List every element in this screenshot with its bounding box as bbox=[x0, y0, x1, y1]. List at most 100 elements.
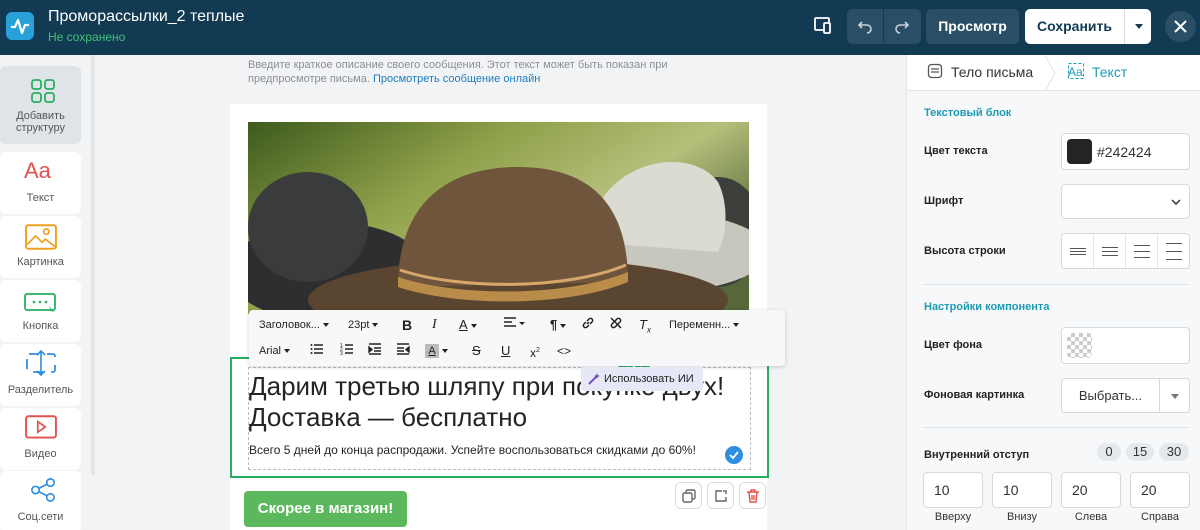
panel-body: Текстовый блок Цвет текста #242424 Шрифт… bbox=[907, 91, 1200, 530]
font-size-select[interactable]: 23pt bbox=[348, 316, 379, 334]
tool-label: Добавить структуру bbox=[15, 110, 65, 134]
line-height-options bbox=[1061, 233, 1190, 269]
tool-label: Соц.сети bbox=[17, 511, 64, 523]
svg-text:3: 3 bbox=[340, 351, 343, 356]
padding-top-input[interactable]: 10 bbox=[923, 472, 983, 508]
tool-social[interactable]: Соц.сети bbox=[0, 471, 81, 530]
tab-text[interactable]: Aa Текст bbox=[1068, 63, 1127, 80]
save-button[interactable]: Сохранить bbox=[1025, 9, 1124, 44]
chevron-down-icon bbox=[1135, 24, 1143, 29]
block-style-select[interactable]: Заголовок... bbox=[259, 316, 329, 334]
bg-color-label: Цвет фона bbox=[924, 339, 983, 351]
text-color-picker[interactable]: #242424 bbox=[1061, 133, 1190, 170]
tool-button[interactable]: Кнопка bbox=[0, 280, 81, 342]
bg-image-label: Фоновая картинка bbox=[924, 389, 1025, 401]
properties-panel: Тело письма Aa Текст Текстовый блок Цвет… bbox=[906, 55, 1200, 530]
divider-icon bbox=[26, 350, 56, 376]
source-code-icon[interactable]: <> bbox=[557, 342, 571, 360]
panel-tabs: Тело письма Aa Текст bbox=[907, 55, 1200, 91]
delete-button[interactable] bbox=[739, 482, 766, 509]
toolbar-scrollbar[interactable] bbox=[91, 55, 95, 475]
magic-wand-icon bbox=[588, 373, 600, 385]
preview-button[interactable]: Просмотр bbox=[926, 9, 1019, 44]
tool-label: Кнопка bbox=[22, 320, 59, 332]
bold-icon[interactable]: B bbox=[402, 316, 412, 334]
tab-email-body[interactable]: Тело письма bbox=[927, 63, 1033, 80]
redo-button[interactable] bbox=[884, 9, 920, 44]
copy-icon bbox=[682, 489, 696, 503]
clear-format-icon[interactable]: Tx bbox=[639, 316, 651, 335]
choose-bg-image-button[interactable]: Выбрать... bbox=[1061, 378, 1160, 413]
redo-icon bbox=[895, 21, 910, 34]
duplicate-button[interactable] bbox=[675, 482, 702, 509]
line-height-compact[interactable] bbox=[1062, 234, 1094, 268]
paragraph-icon[interactable]: ¶ bbox=[550, 316, 567, 334]
section-component-settings: Настройки компонента bbox=[924, 301, 1050, 313]
padding-right-label: Справа bbox=[1141, 511, 1179, 523]
block-toolbar: Добавить структуру Aa Текст Картинка Кно… bbox=[0, 55, 96, 530]
superscript-icon[interactable]: x2 bbox=[530, 342, 540, 360]
document-title[interactable]: Проморассылки_2 теплые bbox=[48, 8, 244, 26]
use-ai-button[interactable]: Использовать ИИ bbox=[581, 367, 703, 391]
save-module-button[interactable] bbox=[707, 482, 734, 509]
email-canvas: Введите краткое описание своего сообщени… bbox=[96, 55, 906, 530]
tool-label: Разделитель bbox=[7, 384, 74, 396]
tool-divider[interactable]: Разделитель bbox=[0, 344, 81, 406]
tool-image[interactable]: Картинка bbox=[0, 216, 81, 278]
strikethrough-icon[interactable]: S bbox=[472, 342, 481, 360]
hero-image[interactable] bbox=[248, 122, 749, 314]
padding-right-input[interactable]: 20 bbox=[1130, 472, 1190, 508]
tool-video[interactable]: Видео bbox=[0, 408, 81, 470]
close-button[interactable] bbox=[1165, 11, 1196, 42]
padding-preset-30[interactable]: 30 bbox=[1159, 443, 1189, 461]
bg-color-swatch[interactable] bbox=[1067, 333, 1092, 358]
text-color-swatch[interactable] bbox=[1067, 139, 1092, 164]
link-icon[interactable] bbox=[581, 316, 595, 334]
bg-color-picker[interactable] bbox=[1061, 327, 1190, 364]
cta-button[interactable]: Скорее в магазин! bbox=[244, 491, 407, 527]
padding-preset-15[interactable]: 15 bbox=[1126, 443, 1154, 461]
tab-separator bbox=[1044, 55, 1056, 91]
font-select[interactable] bbox=[1061, 184, 1190, 219]
view-online-link[interactable]: Просмотреть сообщение онлайн bbox=[373, 73, 540, 85]
bullet-list-icon[interactable] bbox=[310, 342, 324, 360]
text-color-value[interactable]: #242424 bbox=[1097, 144, 1152, 160]
padding-top-label: Вверху bbox=[934, 511, 972, 523]
preheader[interactable]: Введите краткое описание своего сообщени… bbox=[248, 58, 688, 86]
mobile-preview-icon[interactable] bbox=[812, 14, 836, 38]
padding-label: Внутренний отступ bbox=[924, 449, 1030, 461]
save-options-button[interactable] bbox=[1124, 9, 1151, 44]
highlight-color-icon[interactable]: A bbox=[425, 342, 448, 360]
outdent-icon[interactable] bbox=[396, 342, 410, 360]
email-subtext[interactable]: Всего 5 дней до конца распродажи. Успейт… bbox=[249, 443, 729, 457]
italic-icon[interactable]: I bbox=[432, 316, 437, 334]
tool-text[interactable]: Aa Текст bbox=[0, 152, 81, 214]
check-icon bbox=[725, 446, 743, 464]
app-logo-icon[interactable] bbox=[6, 12, 34, 40]
bg-image-options-button[interactable] bbox=[1160, 378, 1190, 413]
save-status: Не сохранено bbox=[48, 30, 126, 44]
padding-preset-0[interactable]: 0 bbox=[1097, 443, 1121, 461]
indent-icon[interactable] bbox=[368, 342, 382, 360]
share-icon bbox=[31, 478, 55, 502]
font-label: Шрифт bbox=[924, 195, 964, 207]
font-family-select[interactable]: Arial bbox=[259, 342, 291, 360]
padding-left-input[interactable]: 20 bbox=[1061, 472, 1121, 508]
section-text-block: Текстовый блок bbox=[924, 107, 1012, 119]
align-icon[interactable] bbox=[503, 316, 525, 334]
line-height-widest[interactable] bbox=[1158, 234, 1190, 268]
underline-icon[interactable]: U bbox=[501, 342, 510, 360]
line-height-wide[interactable] bbox=[1126, 234, 1158, 268]
grid-icon bbox=[31, 79, 55, 103]
padding-bottom-input[interactable]: 10 bbox=[992, 472, 1052, 508]
variables-select[interactable]: Переменн... bbox=[669, 316, 740, 334]
numbered-list-icon[interactable]: 123 bbox=[340, 342, 354, 360]
undo-button[interactable] bbox=[847, 9, 883, 44]
unlink-icon[interactable] bbox=[609, 316, 623, 334]
close-icon bbox=[1174, 20, 1187, 33]
tool-add-structure[interactable]: Добавить структуру bbox=[0, 66, 81, 144]
line-height-normal[interactable] bbox=[1094, 234, 1126, 268]
text-color-icon[interactable]: A bbox=[459, 316, 477, 334]
text-style-icon: Aa bbox=[1068, 63, 1084, 79]
svg-text:Aa: Aa bbox=[1068, 65, 1083, 79]
